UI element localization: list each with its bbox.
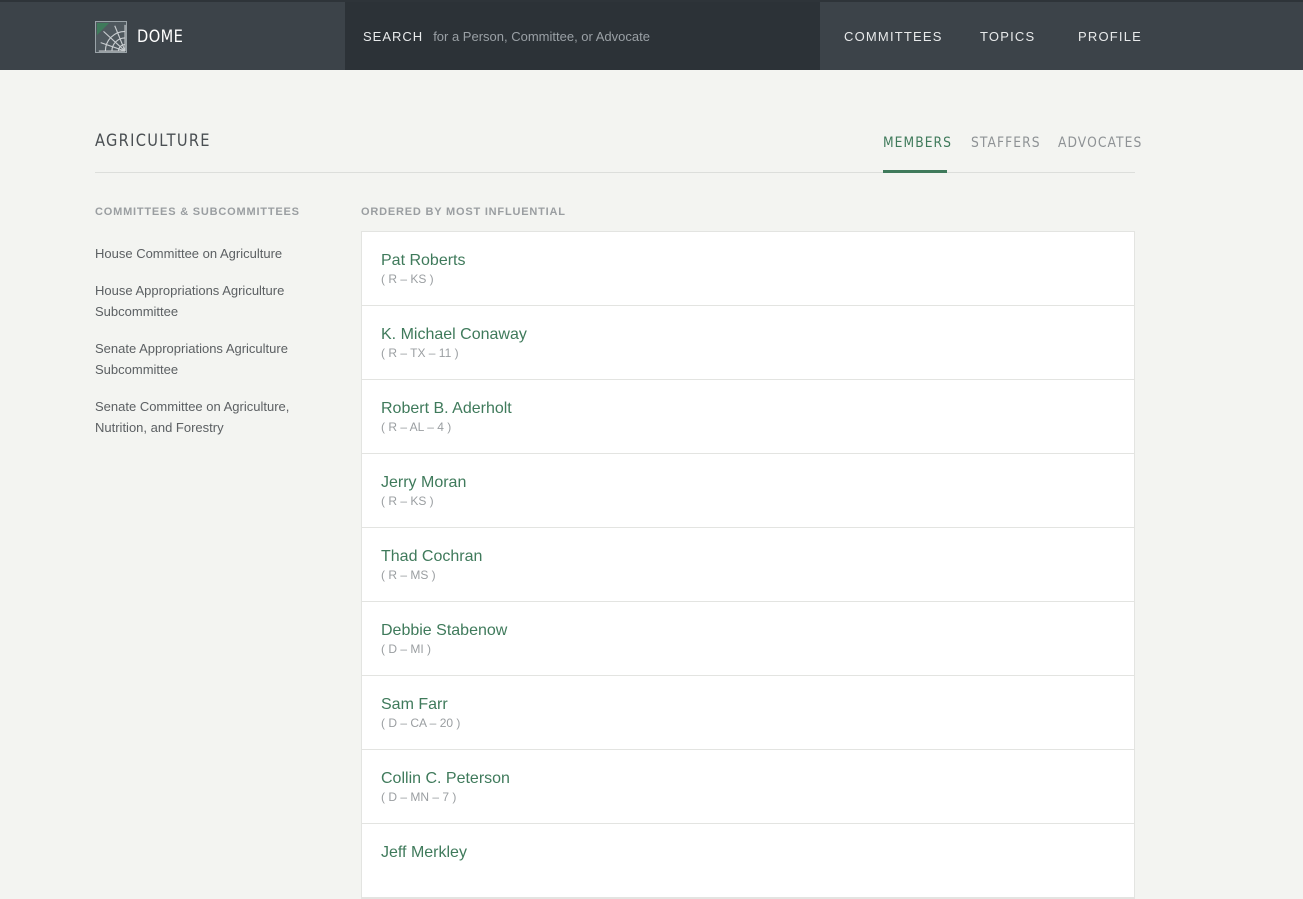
dome-logo-icon: [95, 21, 127, 53]
member-row[interactable]: Collin C. Peterson ( D – MN – 7 ): [362, 750, 1134, 824]
nav-topics[interactable]: TOPICS: [980, 2, 1035, 70]
brand-name: DOME: [137, 27, 184, 47]
committees-heading: COMMITTEES & SUBCOMMITTEES: [95, 206, 300, 218]
committee-list: House Committee on Agriculture House App…: [95, 243, 320, 454]
page-title: AGRICULTURE: [95, 131, 211, 151]
member-row[interactable]: Robert B. Aderholt ( R – AL – 4 ): [362, 380, 1134, 454]
member-party: ( R – KS ): [381, 272, 434, 286]
brand[interactable]: DOME: [95, 21, 191, 53]
member-row[interactable]: Sam Farr ( D – CA – 20 ): [362, 676, 1134, 750]
member-row[interactable]: Jeff Merkley: [362, 824, 1134, 898]
member-party: ( D – CA – 20 ): [381, 716, 461, 730]
member-party: ( R – AL – 4 ): [381, 420, 452, 434]
member-party: ( R – TX – 11 ): [381, 346, 459, 360]
member-name: Jeff Merkley: [381, 844, 467, 861]
member-party: ( D – MN – 7 ): [381, 790, 457, 804]
member-party: ( D – MI ): [381, 642, 431, 656]
members-heading: ORDERED BY MOST INFLUENTIAL: [361, 206, 566, 218]
member-name: Sam Farr: [381, 696, 448, 713]
committee-link[interactable]: House Appropriations Agriculture Subcomm…: [95, 280, 320, 322]
member-name: Thad Cochran: [381, 548, 483, 565]
member-name: Pat Roberts: [381, 252, 466, 269]
member-party: ( R – MS ): [381, 568, 436, 582]
member-row[interactable]: Pat Roberts ( R – KS ): [362, 232, 1134, 306]
search-bar: SEARCH: [345, 2, 820, 70]
member-name: Jerry Moran: [381, 474, 467, 491]
member-name: K. Michael Conaway: [381, 326, 527, 343]
member-name: Collin C. Peterson: [381, 770, 510, 787]
member-row[interactable]: Thad Cochran ( R – MS ): [362, 528, 1134, 602]
tab-advocates[interactable]: ADVOCATES: [1058, 135, 1142, 151]
member-party: ( R – KS ): [381, 494, 434, 508]
nav-profile[interactable]: PROFILE: [1078, 2, 1142, 70]
member-name: Debbie Stabenow: [381, 622, 508, 639]
active-tab-indicator: [883, 170, 947, 173]
member-row[interactable]: K. Michael Conaway ( R – TX – 11 ): [362, 306, 1134, 380]
member-row[interactable]: Debbie Stabenow ( D – MI ): [362, 602, 1134, 676]
tab-staffers[interactable]: STAFFERS: [971, 135, 1041, 151]
members-list: Pat Roberts ( R – KS ) K. Michael Conawa…: [361, 231, 1135, 899]
committee-link[interactable]: Senate Committee on Agriculture, Nutriti…: [95, 396, 320, 438]
committee-link[interactable]: Senate Appropriations Agriculture Subcom…: [95, 338, 320, 380]
nav-committees[interactable]: COMMITTEES: [844, 2, 943, 70]
search-input[interactable]: [431, 27, 816, 45]
committee-link[interactable]: House Committee on Agriculture: [95, 243, 320, 264]
tab-members[interactable]: MEMBERS: [883, 135, 952, 151]
search-label: SEARCH: [363, 28, 424, 44]
member-row[interactable]: Jerry Moran ( R – KS ): [362, 454, 1134, 528]
tabs-divider: [95, 172, 1135, 173]
top-navigation-bar: DOME SEARCH COMMITTEES TOPICS PROFILE: [0, 0, 1303, 70]
member-name: Robert B. Aderholt: [381, 400, 512, 417]
